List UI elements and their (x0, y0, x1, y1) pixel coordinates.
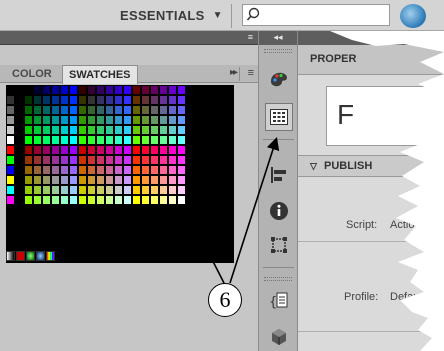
callout-number: 6 (208, 283, 242, 317)
